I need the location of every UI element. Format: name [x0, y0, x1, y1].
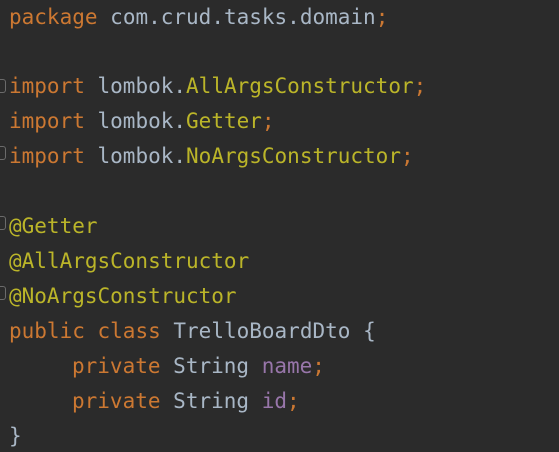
field-name: name: [261, 354, 313, 378]
fold-end-icon[interactable]: [0, 146, 6, 160]
semicolon: ;: [312, 354, 325, 378]
import-prefix: lombok.: [97, 74, 187, 98]
package-keyword: package: [9, 5, 98, 29]
import-class-name: NoArgsConstructor: [186, 144, 401, 168]
close-brace-line: }: [9, 419, 22, 452]
annotation: @AllArgsConstructor: [9, 249, 250, 273]
class-declaration: public class TrelloBoardDto {: [9, 314, 376, 349]
package-name: com.crud.tasks.domain: [110, 5, 376, 29]
import-keyword: import: [9, 74, 85, 98]
semicolon: ;: [261, 109, 275, 133]
class-keyword: class: [97, 319, 161, 343]
code-editor[interactable]: package com.crud.tasks.domain; import lo…: [0, 0, 559, 452]
open-brace: {: [363, 319, 376, 343]
import-prefix: lombok.: [97, 144, 187, 168]
field-type: String: [173, 389, 250, 413]
field-modifier: private: [72, 354, 161, 378]
field-declaration: private String name;: [9, 349, 325, 384]
class-name: TrelloBoardDto: [173, 319, 351, 343]
fold-start-icon[interactable]: [0, 79, 6, 93]
import-class-name: AllArgsConstructor: [186, 74, 414, 98]
semicolon: ;: [400, 144, 414, 168]
close-brace: }: [9, 424, 22, 448]
annotation-line: @NoArgsConstructor: [9, 279, 237, 314]
annotation-line: @AllArgsConstructor: [9, 244, 249, 279]
import-prefix: lombok.: [97, 109, 187, 133]
annotation: @Getter: [9, 214, 98, 238]
semicolon: ;: [286, 389, 300, 413]
import-keyword: import: [9, 144, 85, 168]
fold-end-icon[interactable]: [0, 286, 6, 300]
import-statement: import lombok.AllArgsConstructor;: [9, 69, 426, 104]
import-keyword: import: [9, 109, 85, 133]
import-class-name: Getter: [186, 109, 262, 133]
semicolon: ;: [413, 74, 427, 98]
field-name: id: [261, 389, 287, 413]
access-modifier: public: [9, 319, 85, 343]
annotation: @NoArgsConstructor: [9, 284, 237, 308]
semicolon: ;: [375, 5, 389, 29]
field-modifier: private: [72, 389, 161, 413]
import-statement: import lombok.Getter;: [9, 104, 275, 139]
field-declaration: private String id;: [9, 384, 300, 419]
import-statement: import lombok.NoArgsConstructor;: [9, 139, 414, 174]
fold-start-icon[interactable]: [0, 216, 6, 230]
field-type: String: [173, 354, 250, 378]
package-declaration: package com.crud.tasks.domain;: [9, 0, 388, 35]
annotation-line: @Getter: [9, 209, 98, 244]
